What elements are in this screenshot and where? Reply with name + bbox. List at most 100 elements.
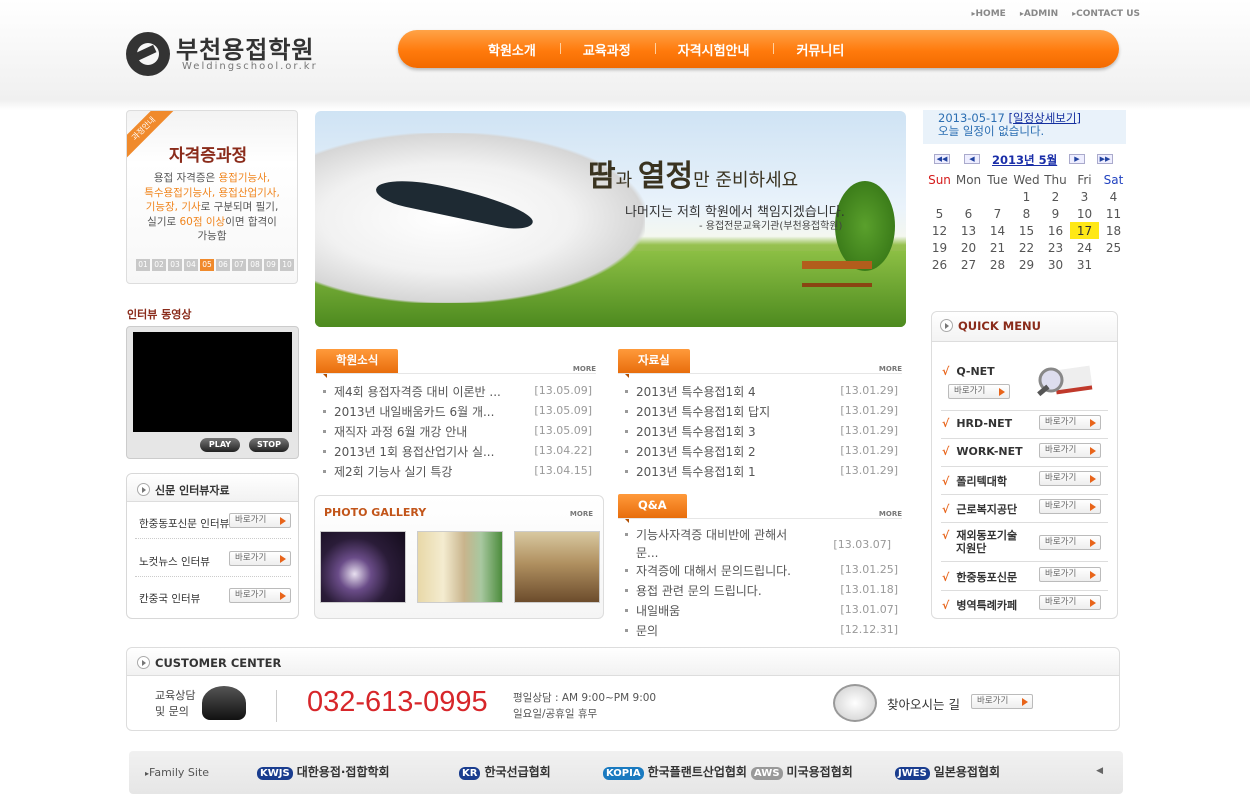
gallery-photo[interactable] bbox=[417, 531, 503, 603]
site-logo[interactable]: 부천용접학원 Weldingschool.or.kr bbox=[126, 28, 316, 76]
page-button[interactable]: 03 bbox=[168, 259, 182, 271]
calendar-day[interactable]: 7 bbox=[983, 205, 1012, 222]
page-button[interactable]: 07 bbox=[232, 259, 246, 271]
go-button[interactable]: 바로가기 bbox=[229, 588, 291, 603]
quick-item-polytech[interactable]: 폴리텍대학바로가기 bbox=[942, 471, 1107, 489]
calendar-day[interactable]: 21 bbox=[983, 239, 1012, 256]
page-button[interactable]: 09 bbox=[264, 259, 278, 271]
calendar-day[interactable]: 14 bbox=[983, 222, 1012, 239]
go-button[interactable]: 바로가기 bbox=[229, 513, 291, 528]
list-item[interactable]: 2013년 특수용접1회 4 [13.01.29] bbox=[618, 383, 902, 403]
go-button[interactable]: 바로가기 bbox=[1039, 535, 1101, 550]
page-button[interactable]: 01 bbox=[136, 259, 150, 271]
quick-item-worknet[interactable]: WORK-NET바로가기 bbox=[942, 443, 1107, 458]
calendar-day-today[interactable]: 17 bbox=[1070, 222, 1099, 239]
list-item[interactable]: 기능사자격증 대비반에 관해서 문... [13.03.07] bbox=[618, 526, 891, 562]
next-year-icon[interactable]: ▶▶ bbox=[1097, 154, 1113, 164]
page-button[interactable]: 06 bbox=[216, 259, 230, 271]
list-item[interactable]: 2013년 1회 용접산업기사 실... [13.04.22] bbox=[316, 443, 596, 463]
calendar-year-month[interactable]: 2013년 5월 bbox=[992, 152, 1057, 168]
calendar-day[interactable]: 29 bbox=[1012, 256, 1041, 273]
calendar-day[interactable]: 10 bbox=[1070, 205, 1099, 222]
page-button[interactable]: 08 bbox=[248, 259, 262, 271]
academy-news-tab[interactable]: 학원소식 bbox=[316, 349, 399, 378]
data-room-tab[interactable]: 자료실 bbox=[618, 349, 690, 378]
calendar-day[interactable]: 23 bbox=[1041, 239, 1070, 256]
gallery-photo[interactable] bbox=[320, 531, 406, 603]
main-banner[interactable]: 땀과 열정만 준비하세요 나머지는 저희 학원에서 책임지겠습니다. - 용접전… bbox=[315, 111, 906, 327]
calendar-day[interactable]: 27 bbox=[954, 256, 983, 273]
family-site-link[interactable]: KWJS 대한용접·접합학회 bbox=[257, 763, 390, 780]
page-button[interactable]: 04 bbox=[184, 259, 198, 271]
list-item[interactable]: 2013년 특수용접1회 3 [13.01.29] bbox=[618, 423, 902, 443]
stop-button[interactable]: STOP bbox=[249, 438, 289, 452]
go-button[interactable]: 바로가기 bbox=[1039, 595, 1101, 610]
calendar-day[interactable]: 15 bbox=[1012, 222, 1041, 239]
quick-item-comwel[interactable]: 근로복지공단바로가기 bbox=[942, 499, 1107, 517]
certificate-course-box[interactable]: 과정안내 자격증과정 용접 자격증은 용접기능사, 특수용접기능사, 용접산업기… bbox=[126, 110, 298, 284]
list-item[interactable]: 내일배움 [13.01.07] bbox=[618, 602, 902, 622]
calendar-day[interactable]: 2 bbox=[1041, 188, 1070, 205]
quick-item-korean-chinese-news[interactable]: 한중동포신문바로가기 bbox=[942, 567, 1107, 585]
more-link[interactable]: MORE bbox=[879, 365, 902, 373]
family-site-link[interactable]: AWS 미국용접협회 bbox=[751, 763, 853, 780]
schedule-detail-link[interactable]: [일정상세보기] bbox=[1009, 111, 1081, 125]
family-site-link[interactable]: KR 한국선급협회 bbox=[459, 763, 551, 780]
admin-link[interactable]: ADMIN bbox=[1020, 9, 1058, 19]
quick-item-military-cafe[interactable]: 병역특례카페바로가기 bbox=[942, 595, 1107, 613]
calendar-day[interactable]: 22 bbox=[1012, 239, 1041, 256]
contact-us-link[interactable]: CONTACT US bbox=[1072, 9, 1140, 19]
family-site-link[interactable]: JWES 일본용접협회 bbox=[895, 763, 1000, 780]
calendar-day[interactable]: 11 bbox=[1099, 205, 1128, 222]
page-button[interactable]: 10 bbox=[280, 259, 294, 271]
phone-number[interactable]: 032-613-0995 bbox=[307, 686, 488, 719]
nav-item-exam-info[interactable]: 자격시험안내 bbox=[678, 40, 797, 59]
nav-item-community[interactable]: 커뮤니티 bbox=[796, 40, 891, 59]
go-button[interactable]: 바로가기 bbox=[1039, 415, 1101, 430]
go-button[interactable]: 바로가기 bbox=[229, 551, 291, 566]
calendar-day[interactable]: 4 bbox=[1099, 188, 1128, 205]
play-button[interactable]: PLAY bbox=[200, 438, 240, 452]
calendar-day[interactable]: 5 bbox=[925, 205, 954, 222]
go-button[interactable]: 바로가기 bbox=[1039, 499, 1101, 514]
more-link[interactable]: MORE bbox=[879, 510, 902, 518]
list-item[interactable]: 2013년 특수용접1회 2 [13.01.29] bbox=[618, 443, 902, 463]
calendar-day[interactable]: 31 bbox=[1070, 256, 1099, 273]
list-item[interactable]: 문의 [12.12.31] bbox=[618, 622, 902, 642]
calendar-day[interactable]: 16 bbox=[1041, 222, 1070, 239]
calendar-day[interactable]: 13 bbox=[954, 222, 983, 239]
next-month-icon[interactable]: ▶ bbox=[1069, 154, 1085, 164]
calendar-day[interactable]: 1 bbox=[1012, 188, 1041, 205]
calendar-day[interactable]: 12 bbox=[925, 222, 954, 239]
family-site-link[interactable]: KOPIA 한국플랜트산업협회 bbox=[603, 763, 747, 780]
calendar-day[interactable]: 26 bbox=[925, 256, 954, 273]
go-button[interactable]: 바로가기 bbox=[1039, 443, 1101, 458]
calendar-day[interactable]: 24 bbox=[1070, 239, 1099, 256]
list-item[interactable]: 자격증에 대해서 문의드립니다. [13.01.25] bbox=[618, 562, 902, 582]
calendar-day[interactable]: 30 bbox=[1041, 256, 1070, 273]
calendar-day[interactable]: 28 bbox=[983, 256, 1012, 273]
gallery-photo[interactable] bbox=[514, 531, 600, 603]
go-button[interactable]: 바로가기 bbox=[1039, 567, 1101, 582]
qna-tab[interactable]: Q&A bbox=[618, 494, 687, 523]
calendar-day[interactable]: 3 bbox=[1070, 188, 1099, 205]
list-item[interactable]: 용접 관련 문의 드립니다. [13.01.18] bbox=[618, 582, 902, 602]
calendar-day[interactable] bbox=[925, 188, 954, 205]
quick-item-hrdnet[interactable]: HRD-NET바로가기 bbox=[942, 415, 1107, 430]
calendar-day[interactable] bbox=[983, 188, 1012, 205]
calendar-day[interactable]: 6 bbox=[954, 205, 983, 222]
calendar-day[interactable]: 18 bbox=[1099, 222, 1128, 239]
calendar-day[interactable]: 19 bbox=[925, 239, 954, 256]
calendar-day[interactable]: 20 bbox=[954, 239, 983, 256]
scroll-left-icon[interactable]: ◀ bbox=[1096, 766, 1103, 776]
calendar-day[interactable]: 8 bbox=[1012, 205, 1041, 222]
calendar-day[interactable]: 25 bbox=[1099, 239, 1128, 256]
calendar-day[interactable] bbox=[954, 188, 983, 205]
quick-item-overseas-korean[interactable]: 재외동포기술지원단바로가기 bbox=[942, 529, 1107, 555]
more-link[interactable]: MORE bbox=[573, 365, 596, 373]
prev-month-icon[interactable]: ◀ bbox=[964, 154, 980, 164]
video-screen[interactable] bbox=[133, 332, 292, 432]
calendar-day[interactable] bbox=[1099, 256, 1128, 273]
list-item[interactable]: 제2회 기능사 실기 특강 [13.04.15] bbox=[316, 463, 596, 483]
directions-go-button[interactable]: 바로가기 bbox=[971, 694, 1033, 709]
